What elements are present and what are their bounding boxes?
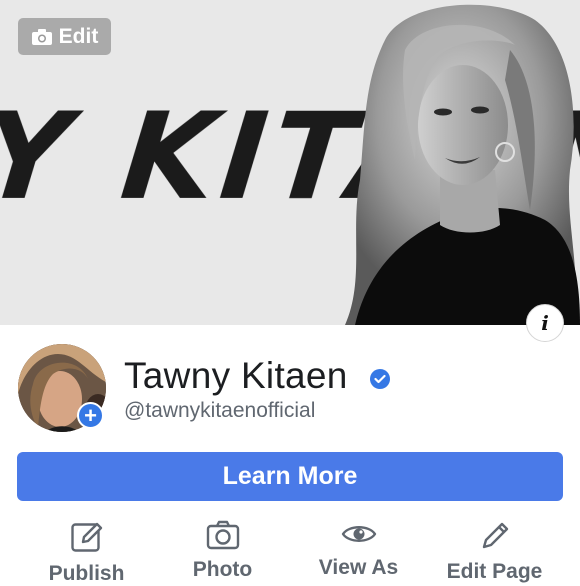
edit-cover-button[interactable]: Edit [18, 18, 111, 55]
action-photo-label: Photo [192, 558, 253, 581]
cover-portrait-image [345, 4, 580, 325]
page-title: Tawny Kitaen [124, 355, 348, 396]
camera-icon [31, 28, 52, 45]
page-username: @tawnykitaenofficial [124, 399, 316, 422]
edit-cover-label: Edit [58, 24, 99, 48]
action-publish[interactable]: Publish [14, 520, 159, 585]
page-actions-bar: Publish Photo View As Edit Page [0, 520, 580, 585]
camera-icon [206, 520, 239, 550]
eye-icon [341, 526, 376, 542]
action-photo[interactable]: Photo [150, 520, 295, 581]
verified-badge-icon [370, 369, 390, 389]
action-edit-page[interactable]: Edit Page [422, 520, 567, 583]
action-view-as-label: View As [318, 556, 399, 579]
action-edit-page-label: Edit Page [446, 560, 543, 583]
action-view-as[interactable]: View As [286, 520, 431, 580]
add-profile-photo-button[interactable]: + [77, 402, 104, 429]
pencil-icon [482, 522, 508, 549]
cover-photo[interactable]: Y KITAEN Edit [0, 0, 580, 325]
info-button[interactable]: i [526, 304, 564, 342]
learn-more-button[interactable]: Learn More [17, 452, 563, 501]
edit-icon [70, 522, 102, 552]
plus-icon: + [84, 402, 97, 428]
action-publish-label: Publish [48, 562, 125, 585]
info-icon: i [541, 311, 549, 335]
